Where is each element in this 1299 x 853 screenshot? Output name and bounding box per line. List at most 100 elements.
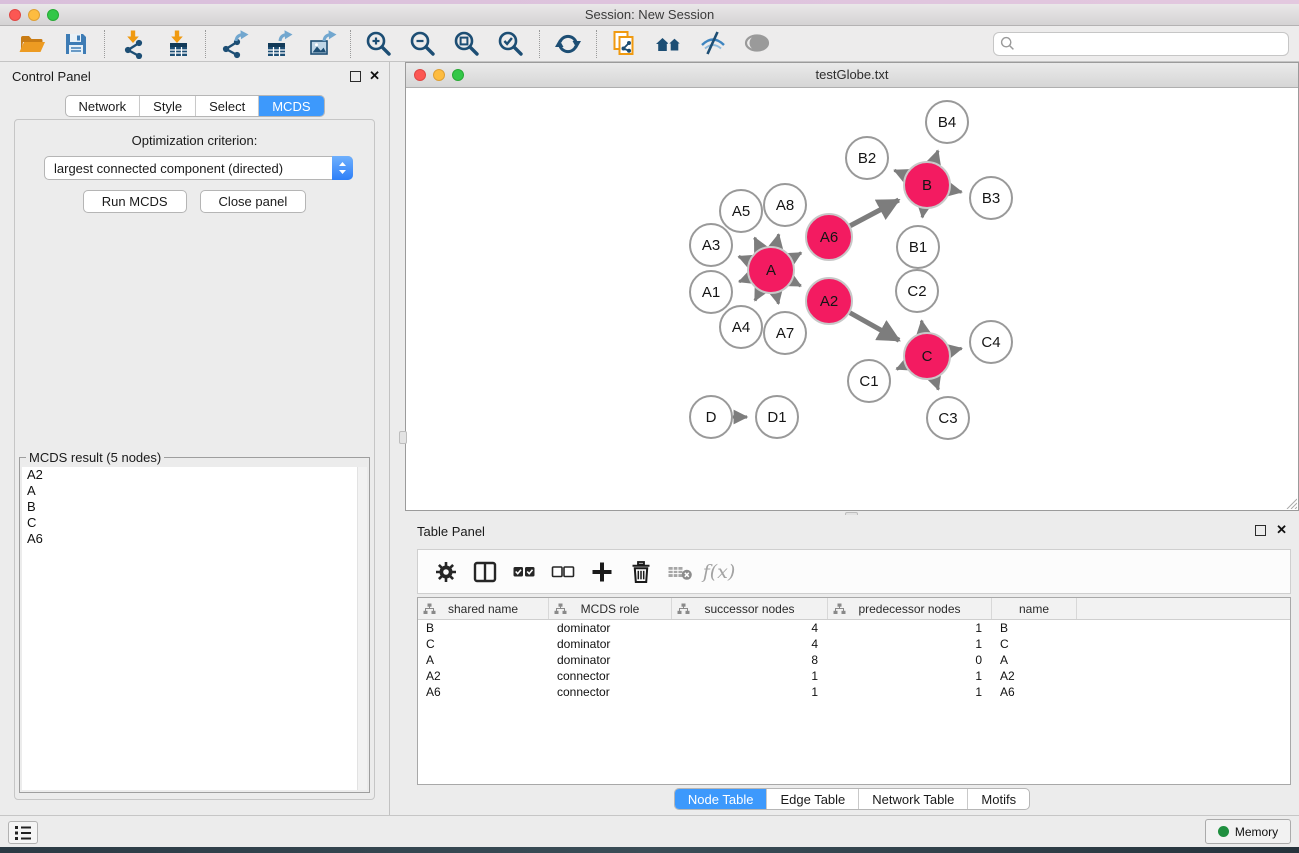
- resize-handle-icon[interactable]: [1284, 496, 1297, 509]
- zoom-out-button[interactable]: [401, 28, 445, 60]
- graph-node-A1[interactable]: A1: [690, 271, 732, 313]
- open-session-button[interactable]: [10, 28, 54, 60]
- table-row[interactable]: A6connector11A6: [418, 684, 1290, 700]
- column-header-successor-nodes[interactable]: successor nodes: [672, 598, 828, 619]
- graph-edge-A-A4: [755, 291, 760, 300]
- tab-style[interactable]: Style: [139, 96, 195, 116]
- optimization-criterion-label: Optimization criterion:: [15, 133, 374, 148]
- node-label: A8: [776, 197, 794, 214]
- delete-button[interactable]: [625, 556, 657, 588]
- export-network-button[interactable]: [212, 28, 256, 60]
- graph-node-B1[interactable]: B1: [897, 226, 939, 268]
- run-mcds-button[interactable]: Run MCDS: [83, 190, 187, 213]
- add-button[interactable]: [586, 556, 618, 588]
- search-field[interactable]: [993, 32, 1289, 56]
- column-header-shared-name[interactable]: shared name: [418, 598, 549, 619]
- table-cell: C: [418, 636, 549, 652]
- table-row[interactable]: Cdominator41C: [418, 636, 1290, 652]
- graph-node-A3[interactable]: A3: [690, 224, 732, 266]
- columns-button[interactable]: [469, 556, 501, 588]
- deselect-all-button[interactable]: [547, 556, 579, 588]
- graph-node-A6[interactable]: A6: [806, 214, 852, 260]
- show-all-icon: [742, 29, 772, 59]
- column-header-MCDS-role[interactable]: MCDS role: [549, 598, 672, 619]
- node-label: B3: [982, 190, 1000, 207]
- show-all-button[interactable]: [735, 28, 779, 60]
- table-cell: C: [992, 636, 1077, 652]
- select-all-button[interactable]: [508, 556, 540, 588]
- table-tabs: Node TableEdge TableNetwork TableMotifs: [674, 788, 1030, 810]
- table-cell: A2: [992, 668, 1077, 684]
- zoom-selected-button[interactable]: [489, 28, 533, 60]
- graph-node-A5[interactable]: A5: [720, 190, 762, 232]
- table-cell: 1: [828, 636, 992, 652]
- main-toolbar: [0, 26, 1299, 62]
- close-panel-icon[interactable]: ✕: [369, 68, 380, 83]
- window-title: Session: New Session: [0, 7, 1299, 22]
- mcds-result-item[interactable]: A: [22, 483, 367, 499]
- memory-button[interactable]: Memory: [1205, 819, 1291, 844]
- close-table-panel-icon[interactable]: ✕: [1276, 522, 1287, 537]
- export-image-button[interactable]: [300, 28, 344, 60]
- new-network-from-selection-button[interactable]: [603, 28, 647, 60]
- table-panel-title: Table Panel: [417, 524, 485, 539]
- table-row[interactable]: Adominator80A: [418, 652, 1290, 668]
- graph-node-B[interactable]: B: [904, 162, 950, 208]
- zoom-fit-button[interactable]: [445, 28, 489, 60]
- mcds-result-title: MCDS result (5 nodes): [26, 450, 164, 465]
- graph-edge-A-A6: [792, 253, 801, 258]
- graph-node-C3[interactable]: C3: [927, 397, 969, 439]
- vertical-splitter-grip[interactable]: [399, 431, 407, 444]
- zoom-in-button[interactable]: [357, 28, 401, 60]
- tab-edge-table[interactable]: Edge Table: [766, 789, 858, 809]
- graph-node-A4[interactable]: A4: [720, 306, 762, 348]
- float-table-panel-icon[interactable]: [1255, 525, 1266, 536]
- tab-motifs[interactable]: Motifs: [967, 789, 1029, 809]
- graph-node-B4[interactable]: B4: [926, 101, 968, 143]
- table-row[interactable]: Bdominator41B: [418, 620, 1290, 636]
- graph-node-A[interactable]: A: [748, 247, 794, 293]
- tab-network[interactable]: Network: [65, 96, 139, 116]
- tab-node-table[interactable]: Node Table: [675, 789, 767, 809]
- table-row[interactable]: A2connector11A2: [418, 668, 1290, 684]
- import-network-button[interactable]: [111, 28, 155, 60]
- graph-edge-C-C3: [935, 379, 939, 390]
- show-panels-button[interactable]: [8, 821, 38, 844]
- column-header-predecessor-nodes[interactable]: predecessor nodes: [828, 598, 992, 619]
- graph-node-C1[interactable]: C1: [848, 360, 890, 402]
- graph-node-D1[interactable]: D1: [756, 396, 798, 438]
- graph-edge-C-C1: [897, 365, 905, 369]
- mcds-result-item[interactable]: C: [22, 515, 367, 531]
- mcds-result-item[interactable]: B: [22, 499, 367, 515]
- column-type-icon: [677, 603, 690, 615]
- graph-node-C4[interactable]: C4: [970, 321, 1012, 363]
- graph-node-A8[interactable]: A8: [764, 184, 806, 226]
- mcds-result-item[interactable]: A2: [22, 467, 367, 483]
- import-table-button[interactable]: [155, 28, 199, 60]
- column-header-name[interactable]: name: [992, 598, 1077, 619]
- table-cell: A: [418, 652, 549, 668]
- graph-node-C2[interactable]: C2: [896, 270, 938, 312]
- graph-node-C[interactable]: C: [904, 333, 950, 379]
- refresh-button[interactable]: [546, 28, 590, 60]
- graph-node-D[interactable]: D: [690, 396, 732, 438]
- tab-select[interactable]: Select: [195, 96, 258, 116]
- tab-mcds[interactable]: MCDS: [258, 96, 323, 116]
- result-scrollbar[interactable]: [357, 467, 367, 790]
- first-neighbors-button[interactable]: [647, 28, 691, 60]
- graph-node-A2[interactable]: A2: [806, 278, 852, 324]
- search-input[interactable]: [1019, 37, 1282, 51]
- network-canvas[interactable]: B4 B2 B B3 A8 A5 A6 A3 B1 A C2 A1 A2 A4A7 C4 C C1 C3 D D1: [406, 88, 1298, 510]
- graph-node-B2[interactable]: B2: [846, 137, 888, 179]
- hide-selected-button[interactable]: [691, 28, 735, 60]
- settings-button[interactable]: [430, 556, 462, 588]
- float-panel-icon[interactable]: [350, 71, 361, 82]
- tab-network-table[interactable]: Network Table: [858, 789, 967, 809]
- mcds-result-item[interactable]: A6: [22, 531, 367, 547]
- optimization-criterion-select[interactable]: largest connected component (directed): [44, 156, 353, 180]
- graph-node-A7[interactable]: A7: [764, 312, 806, 354]
- export-table-button[interactable]: [256, 28, 300, 60]
- graph-node-B3[interactable]: B3: [970, 177, 1012, 219]
- close-panel-button[interactable]: Close panel: [200, 190, 307, 213]
- save-session-button[interactable]: [54, 28, 98, 60]
